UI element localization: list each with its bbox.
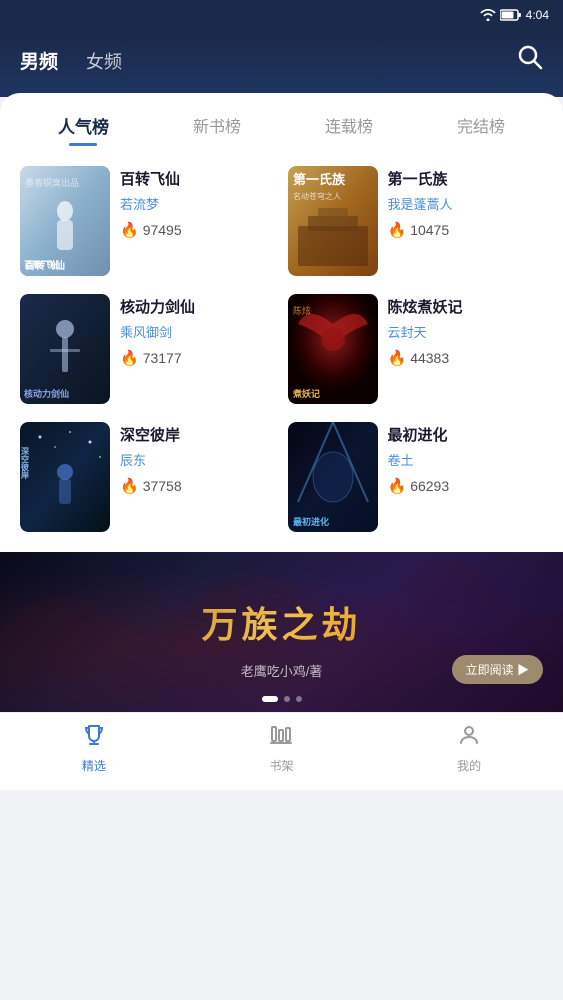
fire-icon-1: 🔥 <box>120 221 139 239</box>
svg-text:煮妖记: 煮妖记 <box>292 388 320 399</box>
book-info-3: 核动力剑仙 乘风御剑 🔥 73177 <box>120 294 276 367</box>
list-item[interactable]: 深空彼岸 深空彼岸 辰东 🔥 37758 <box>20 422 276 532</box>
book-heat-1: 🔥 97495 <box>120 221 276 239</box>
book-info-6: 最初进化 卷土 🔥 66293 <box>388 422 544 495</box>
heat-value-2: 10475 <box>410 222 449 238</box>
book-info-4: 陈炫煮妖记 云封天 🔥 44383 <box>388 294 544 367</box>
nav-profile[interactable]: 我的 <box>434 723 504 774</box>
fire-icon-3: 🔥 <box>120 349 139 367</box>
book-author-1: 若流梦 <box>120 194 276 213</box>
dot-3 <box>296 696 302 702</box>
book-cover-3: 核动力剑仙 <box>20 294 110 404</box>
book-author-6: 卷土 <box>388 450 544 469</box>
cover-art-4: 陈炫 煮妖记 <box>288 294 378 404</box>
book-title-5: 深空彼岸 <box>120 426 276 446</box>
list-item[interactable]: 陈炫 煮妖记 陈炫煮妖记 云封天 🔥 44383 <box>288 294 544 404</box>
status-bar: 4:04 <box>0 0 563 30</box>
nav-shelf[interactable]: 书架 <box>246 723 316 774</box>
svg-text:最初进化: 最初进化 <box>293 516 329 527</box>
book-title-3: 核动力剑仙 <box>120 298 276 318</box>
banner-read-button[interactable]: 立即阅读 ▶ <box>452 655 543 684</box>
book-heat-6: 🔥 66293 <box>388 477 544 495</box>
book-info-2: 第一氏族 我是蓬蒿人 🔥 10475 <box>388 166 544 239</box>
tab-serial[interactable]: 连载榜 <box>325 113 373 146</box>
book-heat-4: 🔥 44383 <box>388 349 544 367</box>
nav-profile-label: 我的 <box>457 757 481 774</box>
fire-icon-5: 🔥 <box>120 477 139 495</box>
cover-art-1: 墨香铜臭出品 百转飞仙 <box>20 166 110 276</box>
cover-art-6: 最初进化 <box>288 422 378 532</box>
time-display: 4:04 <box>526 8 549 22</box>
book-info-5: 深空彼岸 辰东 🔥 37758 <box>120 422 276 495</box>
main-content: 人气榜 新书榜 连载榜 完结榜 墨香铜臭出品 <box>0 93 563 712</box>
dot-2 <box>284 696 290 702</box>
book-heat-5: 🔥 37758 <box>120 477 276 495</box>
svg-text:陈炫: 陈炫 <box>293 305 311 316</box>
nav-shelf-label: 书架 <box>269 757 293 774</box>
list-item[interactable]: 最初进化 最初进化 卷土 🔥 66293 <box>288 422 544 532</box>
header: 男频 女频 <box>0 30 563 97</box>
book-author-5: 辰东 <box>120 450 276 469</box>
heat-value-1: 97495 <box>143 222 182 238</box>
svg-text:核动力剑仙: 核动力剑仙 <box>24 388 69 399</box>
banner[interactable]: 万族之劫 老鹰吃小鸡/著 立即阅读 ▶ <box>0 552 563 712</box>
book-cover-5: 深空彼岸 <box>20 422 110 532</box>
battery-icon <box>500 9 522 21</box>
svg-text:第一氏族: 第一氏族 <box>293 172 346 187</box>
book-cover-6: 最初进化 <box>288 422 378 532</box>
nav-featured-label: 精选 <box>82 757 106 774</box>
heat-value-3: 73177 <box>143 350 182 366</box>
nav-featured[interactable]: 精选 <box>59 723 129 774</box>
book-cover-2: 第一氏族 名动苍穹之人 <box>288 166 378 276</box>
book-title-4: 陈炫煮妖记 <box>388 298 544 318</box>
tab-new[interactable]: 新书榜 <box>193 113 241 146</box>
book-author-2: 我是蓬蒿人 <box>388 194 544 213</box>
tabs: 人气榜 新书榜 连载榜 完结榜 <box>16 113 547 146</box>
cover-art-5: 深空彼岸 <box>20 422 110 532</box>
book-info-1: 百转飞仙 若流梦 🔥 97495 <box>120 166 276 239</box>
banner-author: 老鹰吃小鸡/著 <box>241 661 323 680</box>
heat-value-6: 66293 <box>410 478 449 494</box>
nav-male[interactable]: 男频 <box>20 47 58 74</box>
nav-female[interactable]: 女频 <box>86 48 122 74</box>
book-title-1: 百转飞仙 <box>120 170 276 190</box>
tab-popular[interactable]: 人气榜 <box>58 113 109 146</box>
trophy-icon <box>82 723 106 753</box>
svg-text:百转飞仙: 百转飞仙 <box>25 259 65 272</box>
wifi-icon <box>480 9 496 21</box>
list-item[interactable]: 核动力剑仙 核动力剑仙 乘风御剑 🔥 73177 <box>20 294 276 404</box>
fire-icon-4: 🔥 <box>388 349 407 367</box>
fire-icon-2: 🔥 <box>388 221 407 239</box>
search-button[interactable] <box>517 44 543 77</box>
book-author-4: 云封天 <box>388 322 544 341</box>
status-icons: 4:04 <box>480 8 549 22</box>
list-item[interactable]: 第一氏族 名动苍穹之人 第一氏族 我是蓬蒿人 🔥 10475 <box>288 166 544 276</box>
banner-title: 万族之劫 <box>201 596 361 648</box>
cover-art-3: 核动力剑仙 <box>20 294 110 404</box>
svg-text:深空彼岸: 深空彼岸 <box>21 446 30 480</box>
fire-icon-6: 🔥 <box>388 477 407 495</box>
tab-finished[interactable]: 完结榜 <box>457 113 505 146</box>
bottom-nav: 精选 书架 我的 <box>0 712 563 790</box>
book-heat-2: 🔥 10475 <box>388 221 544 239</box>
search-icon <box>517 44 543 70</box>
book-author-3: 乘风御剑 <box>120 322 276 341</box>
book-cover-4: 陈炫 煮妖记 <box>288 294 378 404</box>
svg-text:墨香铜臭出品: 墨香铜臭出品 <box>25 177 79 188</box>
list-item[interactable]: 墨香铜臭出品 百转飞仙 百转飞仙 若流梦 🔥 97495 <box>20 166 276 276</box>
cover-art-2: 第一氏族 名动苍穹之人 <box>288 166 378 276</box>
book-title-6: 最初进化 <box>388 426 544 446</box>
svg-text:名动苍穹之人: 名动苍穹之人 <box>293 191 341 201</box>
bookshelf-icon <box>269 723 293 753</box>
book-grid: 墨香铜臭出品 百转飞仙 百转飞仙 若流梦 🔥 97495 <box>16 166 547 532</box>
header-nav: 男频 女频 <box>20 47 122 74</box>
heat-value-5: 37758 <box>143 478 182 494</box>
dot-1 <box>262 696 278 702</box>
person-icon <box>457 723 481 753</box>
book-heat-3: 🔥 73177 <box>120 349 276 367</box>
book-title-2: 第一氏族 <box>388 170 544 190</box>
banner-dots <box>262 696 302 702</box>
book-cover-1: 墨香铜臭出品 百转飞仙 <box>20 166 110 276</box>
heat-value-4: 44383 <box>410 350 449 366</box>
